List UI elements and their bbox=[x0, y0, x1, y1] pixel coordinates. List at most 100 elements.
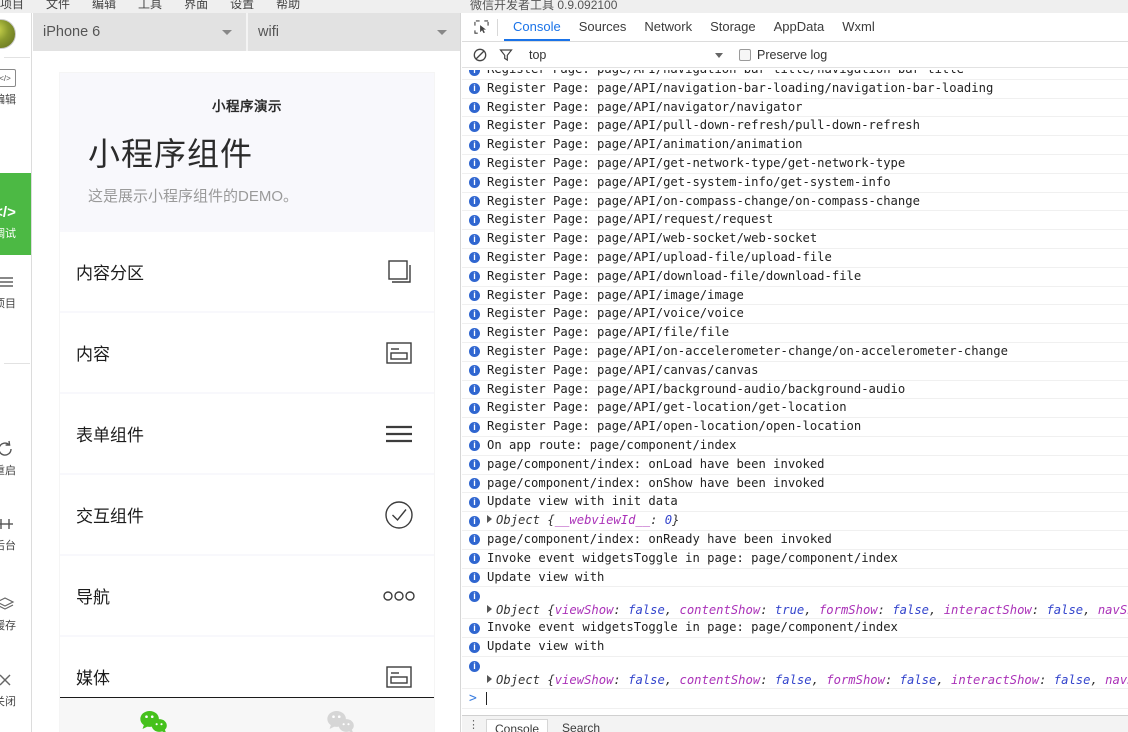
list-item-label: 内容分区 bbox=[76, 264, 144, 283]
device-select[interactable]: iPhone 6 bbox=[33, 13, 248, 51]
console-log-row[interactable]: i On app route: page/component/index bbox=[462, 437, 1128, 456]
text-caret bbox=[485, 691, 487, 705]
list-item[interactable]: 导航 bbox=[60, 556, 434, 635]
disclosure-triangle-icon[interactable] bbox=[487, 515, 492, 524]
prompt-chevron-icon: > bbox=[469, 690, 477, 706]
three-dots-icon bbox=[382, 579, 416, 613]
console-log-message: Register Page: page/API/canvas/canvas bbox=[487, 362, 759, 377]
clear-console-icon[interactable] bbox=[471, 46, 489, 64]
drawer-tab-console[interactable]: Console bbox=[486, 718, 549, 732]
console-log-row[interactable]: i Register Page: page/API/animation/anima… bbox=[462, 136, 1128, 155]
tab-sources[interactable]: Sources bbox=[570, 13, 636, 41]
console-log-message: Register Page: page/API/upload-file/uplo… bbox=[487, 249, 832, 264]
console-log-object: Object {viewShow: false, contentShow: tr… bbox=[469, 603, 1128, 617]
simulator-panel: iPhone 6 wifi 小程序演示 小程序组件 这是展示小程序组件的DEMO… bbox=[33, 13, 461, 732]
disclosure-triangle-icon[interactable] bbox=[487, 605, 492, 614]
drawer-tab-search[interactable]: Search bbox=[554, 719, 608, 732]
menu-item[interactable]: 编辑 bbox=[92, 0, 116, 12]
console-log-row[interactable]: i Object {viewShow: false, contentShow: f… bbox=[462, 657, 1128, 689]
console-log-row[interactable]: i Register Page: page/API/image/image bbox=[462, 287, 1128, 306]
console-log-list[interactable]: i Register Page: page/API/navigation-bar-… bbox=[462, 70, 1128, 722]
preserve-log-toggle[interactable]: Preserve log bbox=[739, 48, 827, 62]
console-log-row[interactable]: i Object {viewShow: false, contentShow: t… bbox=[462, 587, 1128, 620]
console-log-row[interactable]: i Register Page: page/API/open-location/o… bbox=[462, 418, 1128, 437]
sidebar-item-debug[interactable]: </> 调试 bbox=[0, 173, 31, 255]
console-log-row[interactable]: i Invoke event widgetsToggle in page: pag… bbox=[462, 619, 1128, 639]
console-log-row[interactable]: i Register Page: page/API/file/file bbox=[462, 324, 1128, 343]
info-level-icon: i bbox=[469, 70, 480, 76]
console-log-row[interactable]: i page/component/index: onReady have been… bbox=[462, 531, 1128, 550]
sidebar-item-background[interactable]: 后台 bbox=[0, 513, 31, 553]
kebab-menu-icon[interactable]: ⋮ bbox=[468, 718, 480, 731]
console-log-row[interactable]: i Update view with bbox=[462, 569, 1128, 588]
info-level-icon: i bbox=[469, 252, 480, 264]
inspect-cursor-icon[interactable] bbox=[469, 16, 493, 38]
console-log-row[interactable]: i Update view with init data bbox=[462, 493, 1128, 513]
close-x-icon bbox=[0, 669, 18, 691]
console-log-row[interactable]: i Register Page: page/API/on-acceleromete… bbox=[462, 343, 1128, 362]
list-item[interactable]: 内容分区 bbox=[60, 232, 434, 311]
console-log-row[interactable]: i Invoke event widgetsToggle in page: pag… bbox=[462, 550, 1128, 569]
tab-storage[interactable]: Storage bbox=[701, 13, 765, 41]
sidebar-item-edit[interactable]: </> 编辑 bbox=[0, 67, 31, 107]
avatar[interactable] bbox=[0, 19, 16, 49]
filter-funnel-icon[interactable] bbox=[497, 46, 515, 64]
menu-item[interactable]: 界面 bbox=[184, 0, 208, 12]
network-select[interactable]: wifi bbox=[248, 13, 460, 51]
sidebar-item-project[interactable]: 项目 bbox=[0, 271, 31, 311]
console-log-row[interactable]: i Object {__webviewId__: 0} bbox=[462, 512, 1128, 531]
console-log-row[interactable]: i Register Page: page/API/upload-file/upl… bbox=[462, 249, 1128, 268]
tab-wechat-active[interactable] bbox=[60, 698, 247, 732]
info-level-icon: i bbox=[469, 515, 480, 527]
project-list-icon bbox=[0, 271, 18, 293]
console-log-row[interactable]: i Register Page: page/API/on-compass-chan… bbox=[462, 193, 1128, 212]
console-log-row[interactable]: i Update view with bbox=[462, 638, 1128, 657]
console-log-row[interactable]: i Register Page: page/API/navigation-bar-… bbox=[462, 70, 1128, 80]
list-item[interactable]: 表单组件 bbox=[60, 394, 434, 473]
sidebar-item-close[interactable]: 关闭 bbox=[0, 669, 31, 709]
disclosure-triangle-icon[interactable] bbox=[487, 674, 492, 683]
console-log-row[interactable]: i Register Page: page/API/navigation-bar-… bbox=[462, 80, 1128, 99]
app-title: 微信开发者工具 0.9.092100 bbox=[470, 0, 618, 12]
console-log-row[interactable]: i Register Page: page/API/pull-down-refre… bbox=[462, 117, 1128, 137]
console-log-row[interactable]: i page/component/index: onShow have been … bbox=[462, 475, 1128, 494]
sidebar-item-cache[interactable]: 缓存 bbox=[0, 593, 31, 633]
list-item-label: 内容 bbox=[76, 345, 110, 364]
info-level-icon: i bbox=[469, 534, 480, 546]
console-log-row[interactable]: i Register Page: page/API/voice/voice bbox=[462, 305, 1128, 325]
console-log-row[interactable]: i Register Page: page/API/background-audi… bbox=[462, 381, 1128, 400]
preserve-log-checkbox[interactable] bbox=[739, 48, 751, 61]
console-log-row[interactable]: i Register Page: page/API/request/request bbox=[462, 211, 1128, 231]
console-log-row[interactable]: i Register Page: page/API/navigator/navig… bbox=[462, 99, 1128, 118]
background-icon bbox=[0, 513, 18, 535]
menu-item[interactable]: 项目 bbox=[0, 0, 24, 12]
console-log-row[interactable]: i page/component/index: onLoad have been … bbox=[462, 456, 1128, 475]
console-log-row[interactable]: i Register Page: page/API/download-file/d… bbox=[462, 268, 1128, 287]
tab-wxml[interactable]: Wxml bbox=[833, 13, 884, 41]
menu-item[interactable]: 帮助 bbox=[276, 0, 300, 12]
info-level-icon: i bbox=[469, 120, 480, 132]
preserve-log-label: Preserve log bbox=[757, 47, 828, 62]
console-context-select[interactable]: top bbox=[523, 45, 731, 65]
console-log-row[interactable]: i Register Page: page/API/canvas/canvas bbox=[462, 362, 1128, 381]
sidebar-item-restart[interactable]: 重启 bbox=[0, 438, 31, 478]
network-select-value: wifi bbox=[258, 24, 279, 40]
console-log-row[interactable]: i Register Page: page/API/get-network-typ… bbox=[462, 155, 1128, 174]
list-item[interactable]: 内容 bbox=[60, 313, 434, 392]
list-item[interactable]: 交互组件 bbox=[60, 475, 434, 554]
tab-appdata[interactable]: AppData bbox=[765, 13, 834, 41]
menu-item[interactable]: 设置 bbox=[230, 0, 254, 12]
menu-item[interactable]: 工具 bbox=[138, 0, 162, 12]
tab-network[interactable]: Network bbox=[635, 13, 701, 41]
info-level-icon: i bbox=[469, 327, 480, 339]
console-log-row[interactable]: i Register Page: page/API/get-location/ge… bbox=[462, 399, 1128, 419]
info-level-icon: i bbox=[469, 196, 480, 208]
menu-bar[interactable]: 项目 文件 编辑 工具 界面 设置 帮助 bbox=[0, 0, 300, 12]
console-prompt[interactable]: > bbox=[462, 689, 1128, 709]
console-filter-bar: top Preserve log bbox=[462, 42, 1128, 68]
console-log-row[interactable]: i Register Page: page/API/get-system-info… bbox=[462, 174, 1128, 193]
menu-item[interactable]: 文件 bbox=[46, 0, 70, 12]
tab-console[interactable]: Console bbox=[504, 13, 570, 41]
tab-wechat-inactive[interactable] bbox=[247, 698, 434, 732]
console-log-row[interactable]: i Register Page: page/API/web-socket/web-… bbox=[462, 230, 1128, 249]
